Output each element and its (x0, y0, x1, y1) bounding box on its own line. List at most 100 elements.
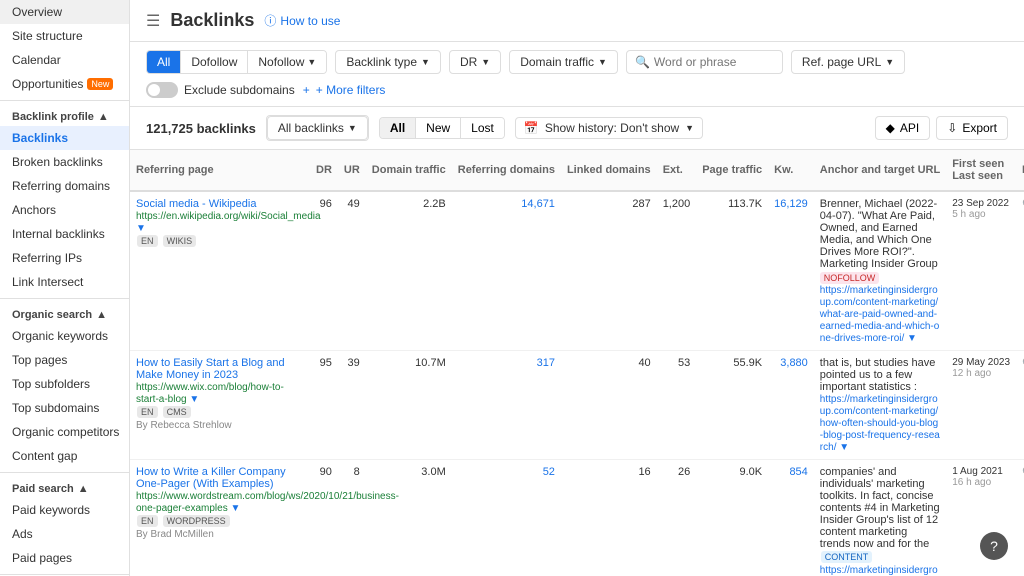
sidebar-item-overview[interactable]: Overview (0, 0, 129, 24)
sidebar-item-internal-backlinks[interactable]: Internal backlinks (0, 222, 129, 246)
target-url-link[interactable]: https://marketinginsidergroup.com/conten… (820, 285, 940, 344)
target-url-link[interactable]: https://marketinginsidergroup.com/conten… (820, 565, 938, 576)
export-icon: ⇩ (947, 121, 957, 135)
col-domain-traffic[interactable]: Domain traffic (366, 150, 452, 191)
first-seen-cell: 1 Aug 202116 h ago (946, 460, 1016, 576)
col-ur[interactable]: UR (338, 150, 366, 191)
referring-page-cell: How to Write a Killer Company One-Pager … (130, 460, 310, 576)
divider-2 (0, 298, 129, 299)
col-linked-domains[interactable]: Linked domains (561, 150, 657, 191)
first-seen-cell: 23 Sep 20225 h ago (946, 191, 1016, 351)
dr-btn[interactable]: DR ▼ (449, 50, 501, 74)
col-referring-domains[interactable]: Referring domains (452, 150, 561, 191)
col-dr[interactable]: DR (310, 150, 338, 191)
sidebar-item-backlinks[interactable]: Backlinks (0, 126, 129, 150)
sidebar-item-top-pages[interactable]: Top pages (0, 348, 129, 372)
sidebar-item-organic-competitors[interactable]: Organic competitors (0, 420, 129, 444)
domain-traffic-btn[interactable]: Domain traffic ▼ (509, 50, 618, 74)
sidebar-item-broken-backlinks[interactable]: Broken backlinks (0, 150, 129, 174)
sidebar-item-ads[interactable]: Ads (0, 522, 129, 546)
menu-icon[interactable]: ☰ (146, 11, 160, 31)
divider-4 (0, 574, 129, 575)
sidebar-item-link-intersect[interactable]: Link Intersect (0, 270, 129, 294)
linked-domains-cell: 287 (561, 191, 657, 351)
plus-icon: + (303, 83, 310, 97)
more-filters-btn[interactable]: + + More filters (303, 83, 386, 97)
all-backlinks-btn[interactable]: All backlinks ▼ (267, 116, 368, 140)
chevron-down-icon-2: ▲ (96, 309, 107, 321)
referring-page-url-link[interactable]: https://www.wix.com/blog/how-to-start-a-… (136, 382, 284, 405)
search-input[interactable] (654, 55, 774, 69)
expand-arrow: ▼ (189, 394, 199, 405)
ur-cell: 8 (338, 460, 366, 576)
referring-domains-link[interactable]: 14,671 (521, 198, 555, 210)
backlink-profile-header: Backlink profile ▲ (0, 105, 129, 126)
tab-new-btn[interactable]: New (416, 118, 461, 138)
tag-cms: CMS (163, 406, 191, 418)
tag-en: EN (137, 235, 158, 247)
ref-page-url-btn[interactable]: Ref. page URL ▼ (791, 50, 905, 74)
ext-cell: 26 (657, 460, 697, 576)
sidebar-item-anchors[interactable]: Anchors (0, 198, 129, 222)
dr-cell: 90 (310, 460, 338, 576)
by-author: By Brad McMillen (136, 529, 214, 540)
sidebar-item-calendar[interactable]: Calendar (0, 48, 129, 72)
domain-traffic-cell: 10.7M (366, 351, 452, 460)
sidebar-item-paid-keywords[interactable]: Paid keywords (0, 498, 129, 522)
referring-page-url-link[interactable]: https://en.wikipedia.org/wiki/Social_med… (136, 211, 321, 234)
all-new-lost-group: All New Lost (379, 117, 505, 139)
referring-domains-link[interactable]: 317 (537, 357, 555, 369)
dofollow-filter-btn[interactable]: Dofollow (181, 51, 248, 73)
search-icon: 🔍 (635, 55, 650, 69)
sidebar-item-content-gap[interactable]: Content gap (0, 444, 129, 468)
tag-wikis: WIKIS (163, 235, 197, 247)
sidebar-item-opportunities[interactable]: Opportunities New (0, 72, 129, 96)
question-icon: ⓘ (264, 12, 276, 29)
backlink-type-btn[interactable]: Backlink type ▼ (335, 50, 441, 74)
referring-domains-cell: 317 (452, 351, 561, 460)
inspect-cell: 🔍 (1016, 191, 1024, 351)
sub-filter-bar: 121,725 backlinks All backlinks ▼ All Ne… (130, 107, 1024, 150)
col-first-seen[interactable]: First seenLast seen (946, 150, 1016, 191)
sidebar-item-organic-keywords[interactable]: Organic keywords (0, 324, 129, 348)
exclude-subdomain-toggle[interactable] (146, 82, 178, 98)
page-title: Backlinks (170, 10, 254, 31)
sidebar-item-referring-ips[interactable]: Referring IPs (0, 246, 129, 270)
referring-domains-link[interactable]: 52 (543, 466, 555, 478)
anchor-text: companies' and individuals' marketing to… (820, 466, 940, 550)
linked-domains-cell: 40 (561, 351, 657, 460)
sidebar-item-paid-pages[interactable]: Paid pages (0, 546, 129, 570)
page-traffic-cell: 113.7K (696, 191, 768, 351)
sidebar-item-top-subfolders[interactable]: Top subfolders (0, 372, 129, 396)
sidebar-item-referring-domains[interactable]: Referring domains (0, 174, 129, 198)
show-history-btn[interactable]: 📅 Show history: Don't show ▼ (515, 117, 703, 139)
page-header: ☰ Backlinks ⓘ How to use (130, 0, 1024, 42)
col-page-traffic[interactable]: Page traffic (696, 150, 768, 191)
table-row: How to Write a Killer Company One-Pager … (130, 460, 1024, 576)
col-referring-page: Referring page (130, 150, 310, 191)
backlinks-count: 121,725 backlinks (146, 121, 256, 136)
referring-page-title-link[interactable]: Social media - Wikipedia (136, 198, 256, 210)
tag-wordpress: WORDPRESS (163, 515, 230, 527)
col-kw[interactable]: Kw. (768, 150, 814, 191)
sidebar-item-top-subdomains[interactable]: Top subdomains (0, 396, 129, 420)
dr-cell: 95 (310, 351, 338, 460)
api-icon: ◆ (886, 121, 895, 135)
referring-page-title-link[interactable]: How to Easily Start a Blog and Make Mone… (136, 357, 285, 381)
chevron-down-icon: ▲ (98, 111, 109, 123)
all-filter-btn[interactable]: All (147, 51, 181, 73)
api-btn[interactable]: ◆ API (875, 116, 931, 140)
how-to-link[interactable]: ⓘ How to use (264, 12, 340, 29)
export-btn[interactable]: ⇩ Export (936, 116, 1008, 140)
nofollow-filter-btn[interactable]: Nofollow ▼ (248, 51, 326, 73)
help-button[interactable]: ? (980, 532, 1008, 560)
col-ext[interactable]: Ext. (657, 150, 697, 191)
tab-lost-btn[interactable]: Lost (461, 118, 504, 138)
backlinks-table: Referring page DR UR Domain traffic Refe… (130, 150, 1024, 576)
last-seen: 12 h ago (952, 368, 991, 379)
tab-all-btn[interactable]: All (380, 118, 416, 138)
expand-arrow-2: ▼ (839, 442, 849, 453)
sidebar-item-site-structure[interactable]: Site structure (0, 24, 129, 48)
referring-page-title-link[interactable]: How to Write a Killer Company One-Pager … (136, 466, 286, 490)
target-url-link[interactable]: https://marketinginsidergroup.com/conten… (820, 394, 940, 453)
